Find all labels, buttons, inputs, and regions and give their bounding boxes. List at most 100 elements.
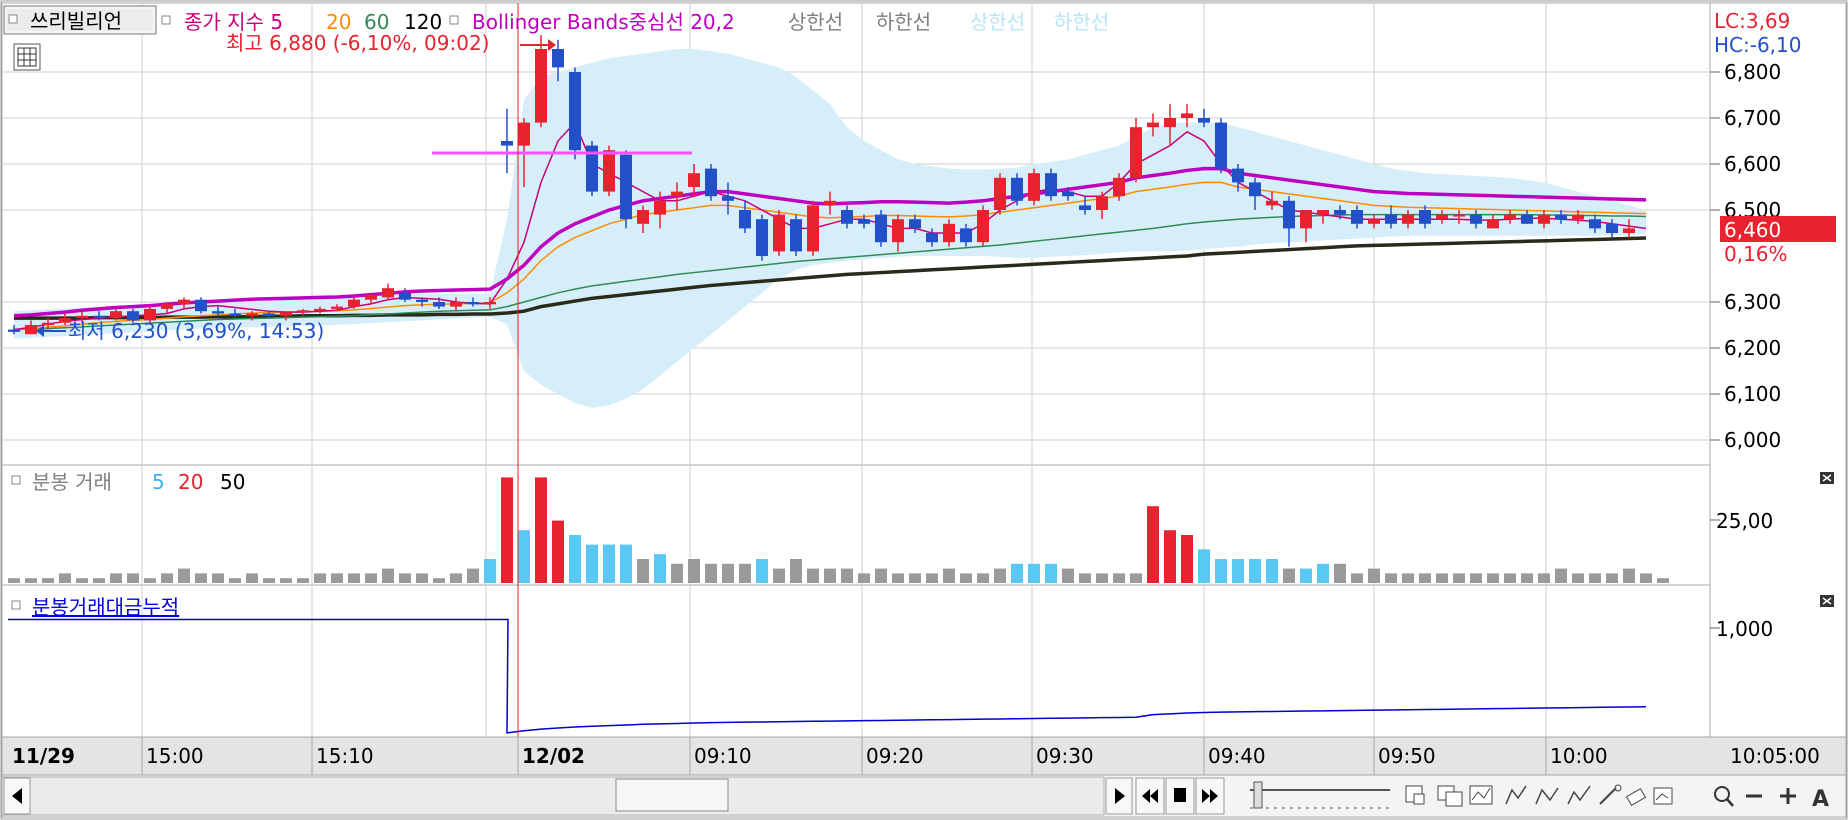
volume-bar-77: [1317, 563, 1329, 583]
volume-bar-96: [1640, 573, 1652, 583]
legend-amount[interactable]: 분봉거래대금누적: [32, 595, 179, 619]
legend-lower[interactable]: 하한선: [876, 10, 931, 34]
scroll-right-icon[interactable]: [1105, 777, 1133, 815]
candle-body-41: [705, 168, 717, 197]
volume-bar-36: [620, 544, 632, 583]
volume-bar-11: [195, 573, 207, 583]
volume-bar-65: [1113, 573, 1125, 583]
candle-body-55: [943, 223, 955, 243]
candle-body-9: [161, 304, 173, 309]
volume-bar-29: [501, 477, 513, 583]
scrollbar-thumb[interactable]: [615, 778, 729, 812]
compare-icon[interactable]: [1469, 785, 1493, 805]
legend-volume-ma50[interactable]: 50: [220, 470, 245, 494]
volume-bar-31: [535, 477, 547, 583]
window-split-icon[interactable]: [1405, 785, 1425, 805]
volume-bar-51: [875, 568, 887, 583]
candle-body-70: [1198, 118, 1210, 123]
volume-bar-83: [1419, 573, 1431, 583]
volume-bar-55: [943, 568, 955, 583]
lc-label: LC:3,69: [1714, 9, 1790, 33]
close-amount-panel-icon[interactable]: [1820, 595, 1834, 607]
candle-body-37: [637, 210, 649, 224]
time-label-6: 09:30: [1036, 744, 1094, 768]
rewind-icon[interactable]: [1135, 777, 1165, 815]
horizontal-scrollbar[interactable]: [1, 776, 1105, 816]
volume-bar-86: [1470, 573, 1482, 583]
fast-forward-icon[interactable]: [1195, 777, 1225, 815]
candle-body-51: [875, 214, 887, 243]
volume-bar-48: [824, 568, 836, 583]
volume-bar-28: [484, 559, 496, 583]
volume-bar-20: [348, 573, 360, 583]
legend-upper-band[interactable]: 상한선: [970, 10, 1025, 34]
settings-chart-icon[interactable]: [1653, 787, 1673, 805]
volume-bar-33: [569, 535, 581, 583]
price-tick-label-7: 6,000: [1724, 428, 1781, 452]
zoom-slider-thumb[interactable]: [1253, 781, 1263, 809]
volume-bar-16: [280, 578, 292, 583]
close-volume-panel-icon[interactable]: [1820, 472, 1834, 484]
legend-volume-ma20[interactable]: 20: [178, 470, 203, 494]
time-label-9: 10:00: [1550, 744, 1608, 768]
volume-bar-37: [637, 559, 649, 583]
candle-body-1: [25, 325, 37, 335]
candle-body-80: [1368, 219, 1380, 224]
stop-icon[interactable]: [1165, 777, 1195, 815]
candle-body-16: [280, 312, 292, 316]
volume-bar-95: [1623, 568, 1635, 583]
volume-bar-5: [93, 578, 105, 583]
candle-body-26: [450, 302, 462, 307]
candle-body-15: [263, 313, 275, 316]
candle-body-23: [399, 292, 411, 300]
volume-bar-1: [25, 578, 37, 583]
volume-bar-18: [314, 573, 326, 583]
time-label-7: 09:40: [1208, 744, 1266, 768]
candle-body-18: [314, 308, 326, 311]
candle-body-95: [1623, 228, 1635, 233]
candle-body-81: [1385, 214, 1397, 224]
volume-bar-52: [892, 573, 904, 583]
candle-body-19: [331, 306, 343, 309]
scroll-left-icon[interactable]: [3, 777, 31, 815]
volume-bar-94: [1606, 573, 1618, 583]
legend-volume-ma5[interactable]: 5: [152, 470, 165, 494]
candle-body-84: [1436, 214, 1448, 220]
candle-body-90: [1538, 214, 1550, 224]
volume-bar-40: [688, 559, 700, 583]
candle-body-79: [1351, 210, 1363, 224]
volume-bar-13: [229, 578, 241, 583]
legend-upper[interactable]: 상한선: [788, 10, 843, 34]
candle-body-13: [229, 313, 241, 316]
candle-body-45: [773, 214, 785, 252]
candle-body-64: [1096, 196, 1108, 210]
candle-body-38: [654, 200, 666, 215]
volume-bar-70: [1198, 549, 1210, 583]
volume-bar-84: [1436, 573, 1448, 583]
time-label-1: 15:00: [146, 744, 204, 768]
legend-bollinger-center[interactable]: Bollinger Bands중심선 20,2: [472, 10, 735, 34]
svg-text:A: A: [1812, 787, 1829, 812]
volume-bar-74: [1266, 559, 1278, 583]
candle-body-42: [722, 196, 734, 201]
volume-panel: [1, 464, 1711, 586]
candle-body-67: [1147, 122, 1159, 128]
candle-body-2: [42, 322, 54, 325]
legend-lower-band[interactable]: 하한선: [1054, 10, 1109, 34]
calculator-icon[interactable]: [13, 43, 41, 71]
candle-body-48: [824, 200, 836, 206]
candle-body-74: [1266, 200, 1278, 206]
volume-bar-71: [1215, 559, 1227, 583]
candle-body-22: [382, 288, 394, 298]
time-label-4: 09:10: [694, 744, 752, 768]
candle-body-89: [1521, 214, 1533, 224]
legend-volume[interactable]: 분봉 거래: [32, 470, 112, 494]
volume-bar-4: [76, 578, 88, 583]
volume-bar-10: [178, 568, 190, 583]
candle-body-12: [212, 311, 224, 314]
candle-body-29: [501, 141, 513, 146]
volume-bar-79: [1351, 573, 1363, 583]
candle-body-83: [1419, 210, 1431, 224]
font-size-icon[interactable]: A: [1812, 787, 1829, 812]
volume-axis-tick: 25,00: [1716, 509, 1773, 533]
